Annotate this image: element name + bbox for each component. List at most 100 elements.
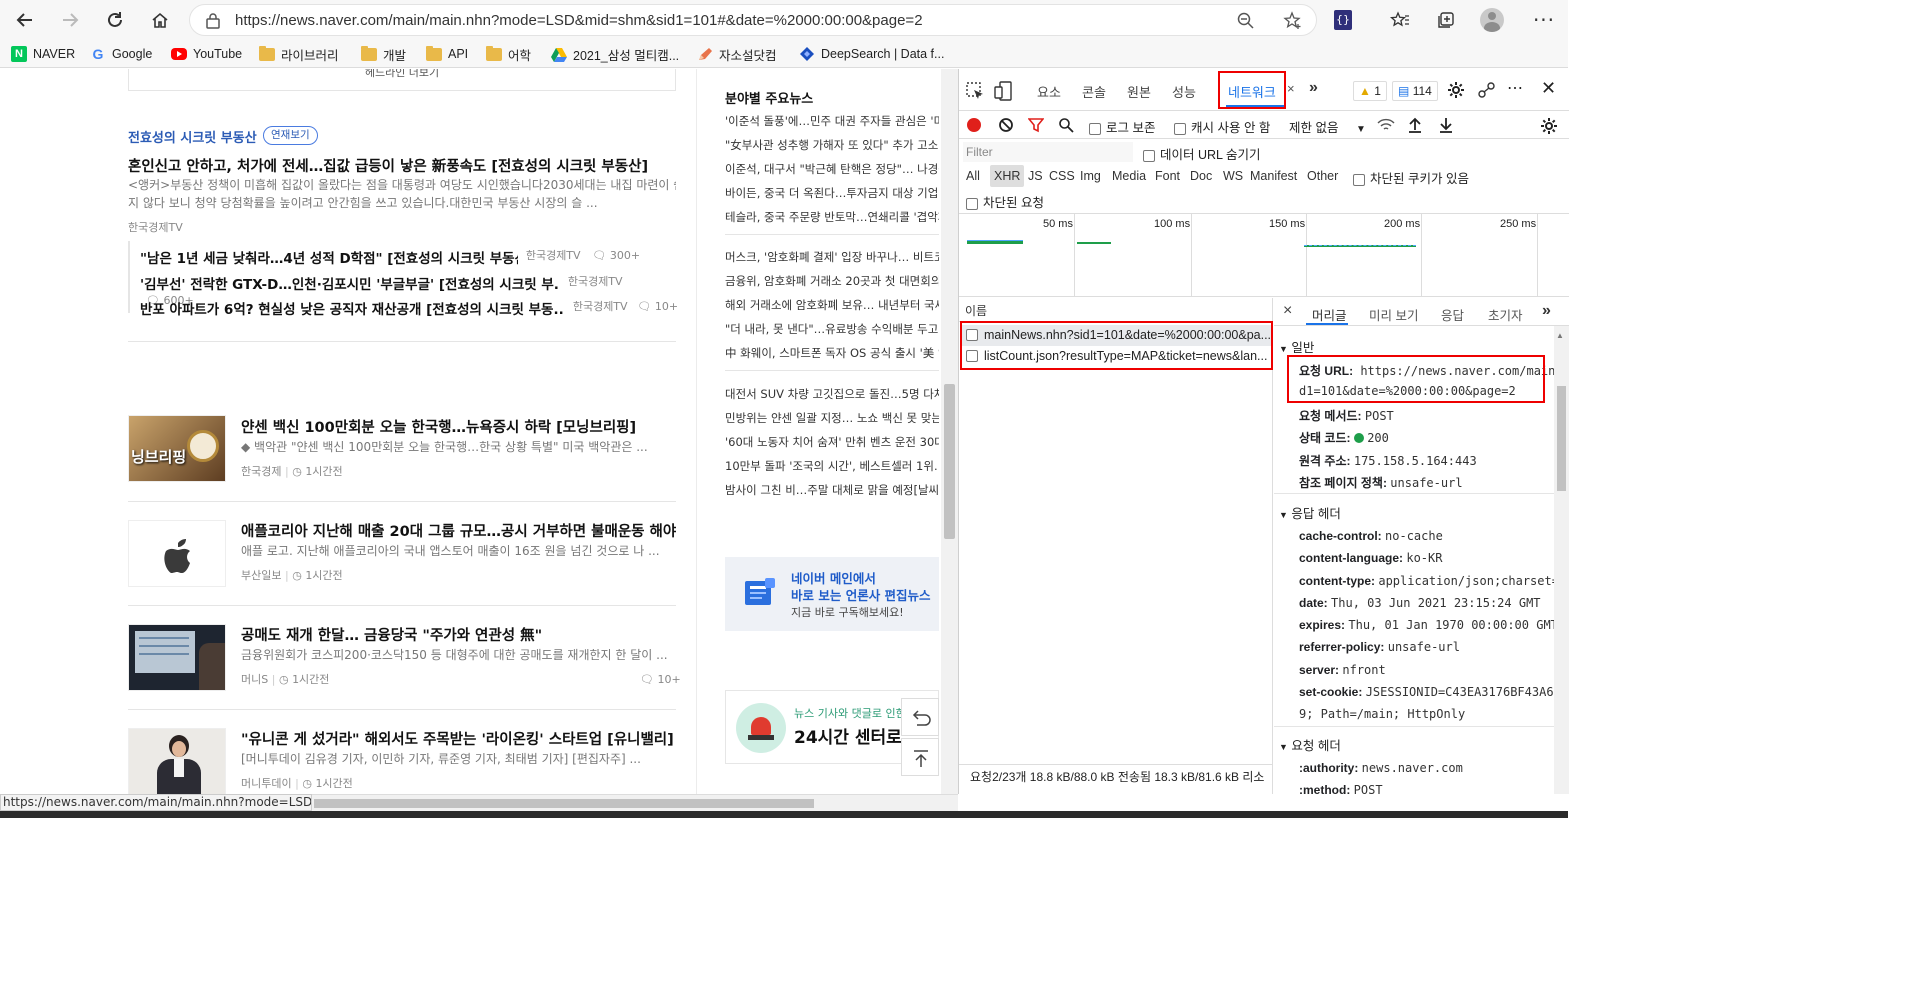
clear-icon[interactable] — [998, 117, 1014, 133]
export-har-icon[interactable] — [1439, 116, 1453, 134]
bookmark-deepsearch[interactable]: DeepSearch | Data f... — [799, 45, 944, 63]
tab-console[interactable]: 콘솔 — [1082, 82, 1106, 101]
bookmark-google[interactable]: G Google — [90, 45, 153, 63]
article-title[interactable]: 얀센 백신 100만회분 오늘 한국행…뉴욕증시 하락 [모닝브리핑] — [241, 416, 676, 437]
back-button[interactable] — [11, 6, 39, 34]
filter-type-other[interactable]: Other — [1307, 169, 1338, 183]
forward-button[interactable] — [56, 6, 84, 34]
back-to-list-button[interactable] — [901, 698, 939, 736]
major-news-item[interactable]: 머스크, '암호화폐 결제' 입장 바꾸나… 비트코 — [725, 249, 939, 273]
headline-more-button[interactable]: 헤드라인 더보기 — [128, 69, 676, 91]
major-news-item[interactable]: 해외 거래소에 암호화폐 보유… 내년부터 국세 — [725, 297, 939, 321]
filter-type-manifest[interactable]: Manifest — [1250, 169, 1297, 183]
bookmark-youtube[interactable]: YouTube — [171, 45, 242, 63]
reload-button[interactable] — [101, 6, 129, 34]
bookmark-language-folder[interactable]: 어학 — [486, 45, 531, 63]
series-title[interactable]: 전효성의 시크릿 부동산 — [128, 127, 257, 146]
record-icon[interactable] — [967, 118, 981, 132]
filter-type-doc[interactable]: Doc — [1190, 169, 1212, 183]
page-scrollbar-thumb[interactable] — [944, 384, 955, 539]
zoom-icon[interactable] — [1237, 12, 1255, 30]
major-news-item[interactable]: 바이든, 중국 더 옥죈다…투자금지 대상 기업 확 — [725, 185, 939, 209]
filter-type-media[interactable]: Media — [1112, 169, 1146, 183]
filter-type-xhr[interactable]: XHR — [994, 169, 1020, 183]
add-favorite-icon[interactable] — [1283, 11, 1303, 31]
tab-elements[interactable]: 요소 — [1037, 82, 1061, 101]
filter-type-js[interactable]: JS — [1028, 169, 1043, 183]
filter-funnel-icon[interactable] — [1028, 117, 1044, 133]
major-news-item[interactable]: 10만부 돌파 '조국의 시간', 베스트셀러 1위…지 — [725, 458, 939, 482]
close-tab-icon[interactable]: × — [1287, 81, 1295, 96]
request-headers-section-header[interactable]: ▼ 요청 헤더 — [1279, 735, 1341, 754]
related-article[interactable]: '김부선' 전락한 GTX-D…인천·김포시민 '부글부글' [전효성의 시크릿… — [140, 273, 680, 307]
filter-type-all[interactable]: All — [966, 169, 980, 183]
warnings-badge[interactable]: ▲ 1 — [1353, 81, 1387, 101]
blocked-requests-checkbox[interactable]: 차단된 요청 — [966, 192, 1044, 211]
network-conditions-icon[interactable] — [1377, 118, 1395, 132]
timeline-overview[interactable]: 50 ms 100 ms 150 ms 200 ms 250 ms — [959, 213, 1569, 297]
detail-scrollbar[interactable]: ▲ — [1554, 326, 1569, 794]
filter-type-ws[interactable]: WS — [1223, 169, 1243, 183]
article-thumbnail[interactable] — [128, 624, 226, 691]
major-news-item[interactable]: 대전서 SUV 차량 고깃집으로 돌진…5명 다쳐 — [725, 386, 939, 410]
bookmark-dev-folder[interactable]: 개발 — [361, 45, 406, 63]
major-news-item[interactable]: 밤사이 그친 비…주말 대체로 맑을 예정[날씨] — [725, 482, 939, 506]
main-article-title[interactable]: 혼인신고 안하고, 처가에 전세…집값 급등이 낳은 新풍속도 [전효성의 시크… — [128, 155, 676, 176]
related-article[interactable]: 반포 아파트가 6억? 현실성 낮은 공직자 재산공개 [전효성의 시크릿 부동… — [140, 298, 680, 318]
import-har-icon[interactable] — [1408, 116, 1422, 134]
tab-sources[interactable]: 원본 — [1127, 82, 1151, 101]
major-news-item[interactable]: 이준석, 대구서 "박근혜 탄핵은 정당"… 나경원 — [725, 161, 939, 185]
bookmark-naver[interactable]: N NAVER — [11, 45, 75, 63]
devtools-more-icon[interactable]: ⋯ — [1507, 78, 1523, 98]
horizontal-scrollbar-thumb[interactable] — [314, 799, 814, 808]
major-news-item[interactable]: "더 내라, 못 낸다"…유료방송 수익배분 두고 — [725, 321, 939, 345]
response-headers-section-header[interactable]: ▼ 응답 헤더 — [1279, 503, 1341, 522]
bookmark-api-folder[interactable]: API — [426, 45, 468, 63]
name-column-header[interactable]: 이름 — [965, 302, 987, 319]
network-settings-icon[interactable] — [1540, 117, 1558, 135]
series-view-badge[interactable]: 연재보기 — [263, 126, 318, 145]
major-news-item[interactable]: 中 화웨이, 스마트폰 독자 OS 공식 출시 '美 압 — [725, 345, 939, 369]
search-icon[interactable] — [1058, 117, 1074, 133]
collections-button[interactable] — [1432, 6, 1460, 34]
major-news-item[interactable]: '60대 노동자 치어 숨져' 만취 벤츠 운전 30대 — [725, 434, 939, 458]
tab-response[interactable]: 응답 — [1441, 305, 1464, 324]
tab-performance[interactable]: 성능 — [1172, 82, 1196, 101]
profile-button[interactable] — [1478, 6, 1506, 34]
settings-more-button[interactable]: ··· — [1530, 6, 1558, 34]
favorites-button[interactable] — [1386, 6, 1414, 34]
detail-scrollbar-thumb[interactable] — [1557, 386, 1566, 491]
hide-data-urls-checkbox[interactable]: 데이터 URL 숨기기 — [1143, 144, 1261, 163]
preserve-log-checkbox[interactable]: 로그 보존 — [1089, 117, 1155, 136]
connected-devices-icon[interactable] — [1477, 81, 1497, 99]
tab-preview[interactable]: 미리 보기 — [1369, 305, 1418, 324]
major-news-item[interactable]: "女부사관 성추행 가해자 또 있다" 추가 고소 — [725, 137, 939, 161]
horizontal-scrollbar[interactable] — [312, 794, 958, 811]
article-thumbnail[interactable] — [128, 520, 226, 587]
general-section-header[interactable]: ▼ 일반 — [1279, 337, 1314, 356]
bookmark-multicampus[interactable]: 2021_삼성 멀티캠... — [551, 45, 679, 63]
home-button[interactable] — [146, 6, 174, 34]
article-title[interactable]: 애플코리아 지난해 매출 20대 그룹 규모…공시 거부하면 불매운동 해야 — [241, 520, 676, 541]
article-thumbnail[interactable]: 닝브리핑 — [128, 415, 226, 482]
devtools-settings-icon[interactable] — [1447, 81, 1465, 99]
address-bar[interactable]: https://news.naver.com/main/main.nhn?mod… — [189, 4, 1317, 36]
blocked-cookies-checkbox[interactable]: 차단된 쿠키가 있음 — [1353, 168, 1469, 187]
promo-banner-subscribe[interactable]: 네이버 메인에서 바로 보는 언론사 편집뉴스 지금 바로 구독해보세요! — [725, 557, 939, 631]
major-news-item[interactable]: 민방위는 얀센 일괄 지정… 노쇼 백신 못 맞는 — [725, 410, 939, 434]
close-detail-icon[interactable]: × — [1283, 302, 1292, 320]
extension-icon[interactable]: {} — [1334, 10, 1352, 30]
major-news-item[interactable]: 금융위, 암호화폐 거래소 20곳과 첫 대면회의 — [725, 273, 939, 297]
filter-type-img[interactable]: Img — [1080, 169, 1101, 183]
disable-cache-checkbox[interactable]: 캐시 사용 안 함 — [1174, 117, 1270, 136]
throttling-select[interactable]: 제한 없음 ▼ — [1289, 117, 1366, 136]
related-article[interactable]: "남은 1년 세금 낮춰라…4년 성적 D학점" [전효성의 시크릿 부동산] … — [140, 247, 680, 267]
page-scrollbar[interactable] — [941, 69, 958, 794]
inspect-element-icon[interactable] — [965, 81, 985, 101]
article-thumbnail[interactable] — [128, 728, 226, 794]
tab-initiator[interactable]: 초기자 — [1488, 305, 1523, 324]
filter-type-font[interactable]: Font — [1155, 169, 1180, 183]
major-news-item[interactable]: '이준석 돌풍'에…민주 대권 주자들 관심은 '미 — [725, 113, 939, 137]
close-devtools-icon[interactable]: ✕ — [1541, 78, 1556, 99]
filter-input[interactable]: Filter — [963, 142, 1133, 162]
